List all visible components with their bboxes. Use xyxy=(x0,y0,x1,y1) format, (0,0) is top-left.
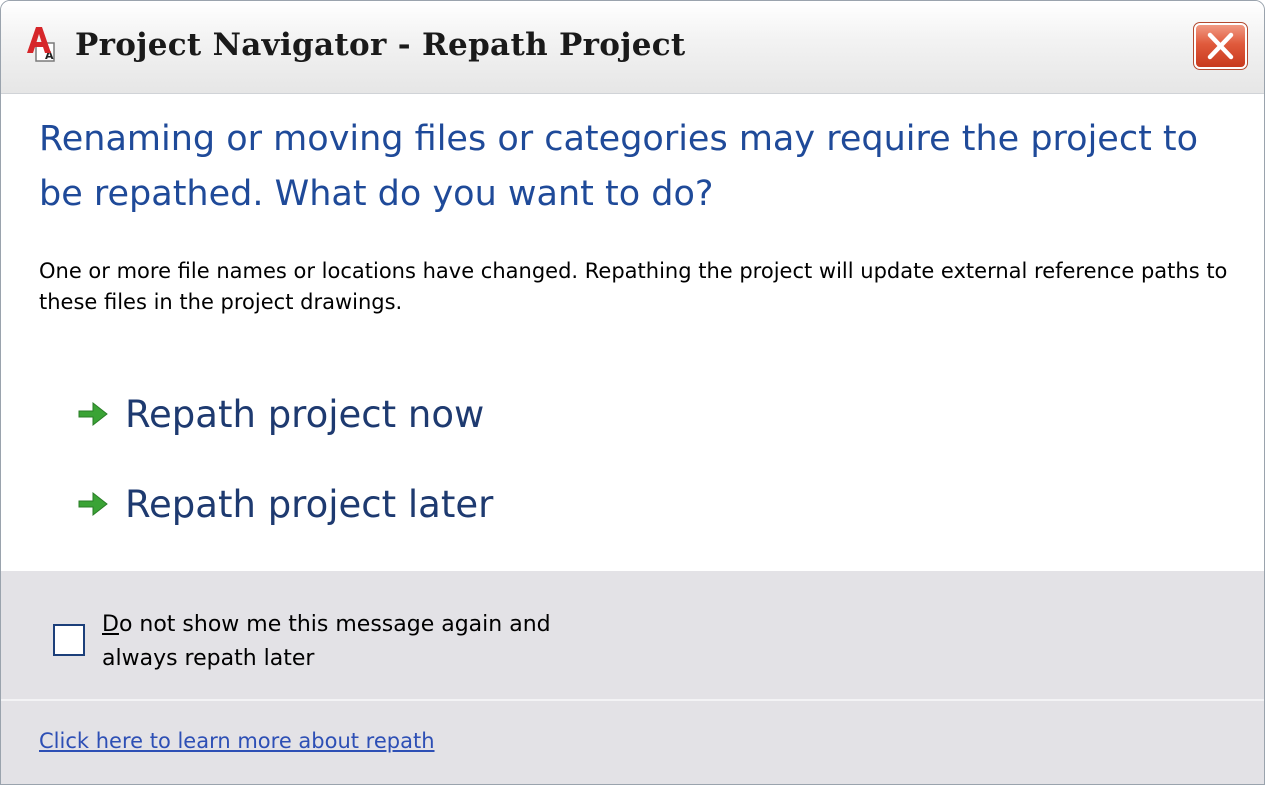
footer-divider xyxy=(1,699,1264,701)
repath-now-command[interactable]: Repath project now xyxy=(71,384,484,444)
do-not-show-checkbox[interactable] xyxy=(53,624,85,656)
green-arrow-icon xyxy=(71,394,115,434)
repath-now-label: Repath project now xyxy=(125,392,485,436)
autocad-icon: A xyxy=(25,23,63,63)
repath-later-command[interactable]: Repath project later xyxy=(71,474,493,534)
checkbox-label-line2: always repath later xyxy=(102,646,315,671)
green-arrow-icon xyxy=(71,484,115,524)
close-button[interactable] xyxy=(1193,22,1248,70)
main-instruction: Renaming or moving files or categories m… xyxy=(39,119,1199,214)
window-title: Project Navigator - Repath Project xyxy=(75,27,686,63)
dialog-content: Renaming or moving files or categories m… xyxy=(1,94,1264,571)
title-bar[interactable]: A Project Navigator - Repath Project xyxy=(1,1,1264,94)
repath-project-dialog: A Project Navigator - Repath Project Ren… xyxy=(0,0,1265,785)
mnemonic-letter: D xyxy=(102,612,119,637)
do-not-show-label[interactable]: Do not show me this message again and al… xyxy=(102,608,551,676)
repath-later-label: Repath project later xyxy=(125,482,494,526)
learn-more-link[interactable]: Click here to learn more about repath xyxy=(39,729,435,753)
close-icon xyxy=(1207,32,1234,60)
dialog-footer: Do not show me this message again and al… xyxy=(1,571,1264,784)
checkbox-label-line1: o not show me this message again and xyxy=(118,612,551,637)
description-text: One or more file names or locations have… xyxy=(39,259,1228,314)
